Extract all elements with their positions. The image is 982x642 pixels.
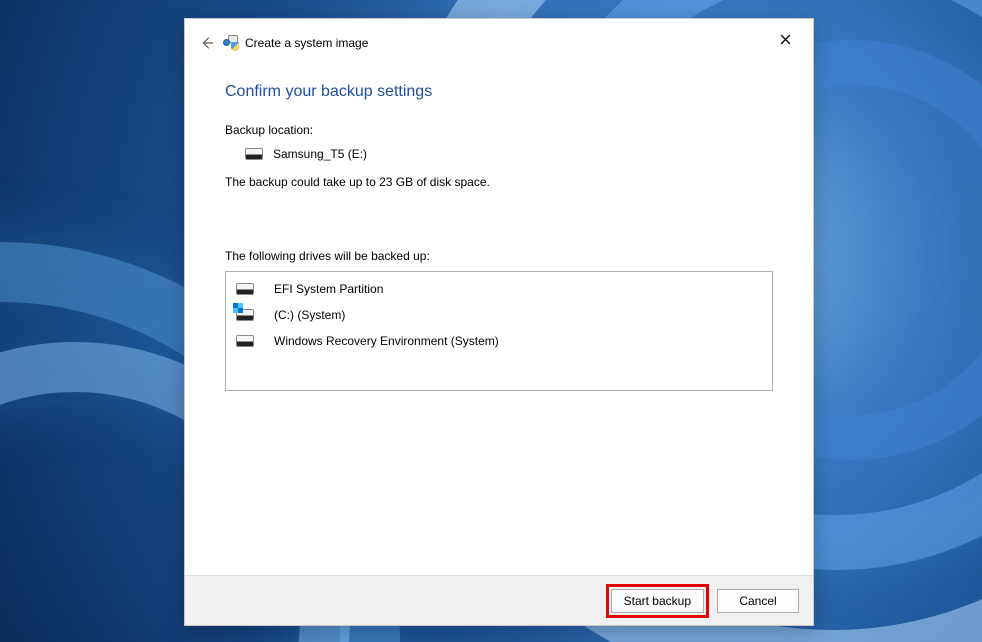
backup-location-label: Backup location:	[225, 123, 773, 137]
dialog-content: Confirm your backup settings Backup loca…	[185, 59, 813, 575]
dialog-footer: Start backup Cancel	[185, 575, 813, 625]
system-image-dialog: Create a system image Confirm your backu…	[184, 18, 814, 626]
backup-location-row: Samsung_T5 (E:)	[245, 147, 773, 161]
list-item: Windows Recovery Environment (System)	[232, 328, 766, 354]
hard-drive-icon	[236, 335, 254, 347]
close-button[interactable]	[765, 25, 805, 53]
size-estimate-text: The backup could take up to 23 GB of dis…	[225, 175, 773, 189]
drive-name: Windows Recovery Environment (System)	[274, 334, 499, 348]
window-title: Create a system image	[245, 36, 368, 50]
list-item: EFI System Partition	[232, 276, 766, 302]
drive-name: EFI System Partition	[274, 282, 383, 296]
list-item: (C:) (System)	[232, 302, 766, 328]
page-heading: Confirm your backup settings	[225, 83, 773, 101]
drive-name: (C:) (System)	[274, 308, 345, 322]
start-backup-button[interactable]: Start backup	[611, 589, 704, 613]
hard-drive-icon	[245, 148, 263, 160]
drives-list-label: The following drives will be backed up:	[225, 249, 773, 263]
highlight-annotation: Start backup	[606, 584, 709, 618]
backup-location-value: Samsung_T5 (E:)	[273, 147, 367, 161]
drives-list: EFI System Partition (C:) (System) Windo…	[225, 271, 773, 391]
cancel-button[interactable]: Cancel	[717, 589, 799, 613]
back-button[interactable]	[197, 33, 217, 53]
wizard-icon	[223, 35, 239, 51]
hard-drive-icon	[236, 283, 254, 295]
system-drive-icon	[236, 309, 254, 321]
title-bar: Create a system image	[185, 19, 813, 59]
